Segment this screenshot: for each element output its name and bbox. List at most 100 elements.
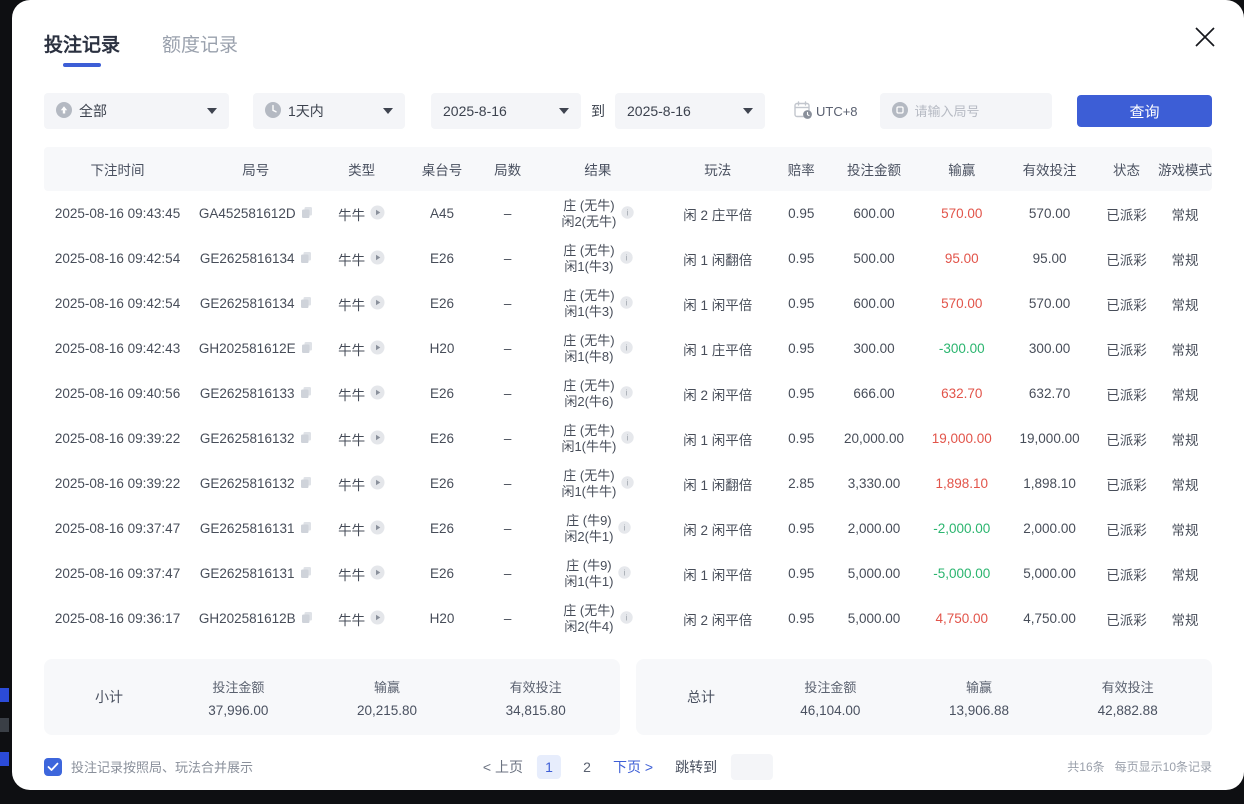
play-video-icon[interactable]	[370, 610, 385, 628]
play-video-icon[interactable]	[370, 475, 385, 493]
valid-bet-cell: 95.00	[1004, 236, 1095, 281]
page-2-button[interactable]: 2	[575, 755, 599, 779]
round-cell: GE2625816134	[191, 236, 320, 281]
type-cell: 牛牛	[320, 416, 402, 461]
total-win-label: 输赢	[905, 677, 1054, 696]
play-cell: 闲 1 闲翻倍	[662, 236, 774, 281]
background-pixel	[0, 718, 9, 732]
rounds-cell: –	[481, 371, 534, 416]
copy-icon[interactable]	[300, 251, 312, 267]
col-rounds: 局数	[481, 147, 534, 191]
category-select[interactable]: 全部	[44, 93, 229, 129]
time-range-select[interactable]: 1天内	[253, 93, 405, 129]
info-icon[interactable]: i	[620, 251, 633, 267]
round-cell: GH202581612B	[191, 596, 320, 641]
play-video-icon[interactable]	[370, 520, 385, 538]
info-icon[interactable]: i	[618, 566, 631, 582]
play-video-icon[interactable]	[370, 340, 385, 358]
mode-cell: 常规	[1158, 416, 1212, 461]
copy-icon[interactable]	[300, 566, 312, 582]
odds-cell: 0.95	[774, 506, 829, 551]
table-body: 2025-08-16 09:43:45 GA452581612D 牛牛 A45 …	[44, 191, 1212, 641]
copy-icon[interactable]	[301, 206, 313, 222]
type-cell: 牛牛	[320, 551, 402, 596]
date-to-picker[interactable]: 2025-8-16	[615, 93, 765, 129]
background-pixel	[0, 688, 9, 702]
jump-to-input[interactable]	[731, 754, 773, 780]
info-icon[interactable]: i	[620, 611, 633, 627]
round-cell: GE2625816131	[191, 506, 320, 551]
copy-icon[interactable]	[301, 611, 313, 627]
col-odds: 赔率	[774, 147, 829, 191]
valid-bet-cell: 2,000.00	[1004, 506, 1095, 551]
prev-page-button[interactable]: < 上页	[483, 757, 523, 777]
odds-cell: 0.95	[774, 551, 829, 596]
copy-icon[interactable]	[300, 431, 312, 447]
info-icon[interactable]: i	[621, 431, 634, 447]
play-cell: 闲 2 闲平倍	[662, 596, 774, 641]
win-cell: 570.00	[919, 281, 1004, 326]
svg-text:i: i	[625, 613, 627, 622]
round-search-input[interactable]	[915, 104, 1035, 119]
info-icon[interactable]: i	[621, 476, 634, 492]
tab-quota-records[interactable]: 额度记录	[162, 30, 238, 67]
table-row: 2025-08-16 09:39:22 GE2625816132 牛牛 E26 …	[44, 416, 1212, 461]
bet-table-wrap: 下注时间 局号 类型 桌台号 局数 结果 玩法 赔率 投注金额 输赢 有效投注 …	[44, 147, 1212, 641]
copy-icon[interactable]	[300, 521, 312, 537]
info-icon[interactable]: i	[621, 206, 634, 222]
time-cell: 2025-08-16 09:39:22	[44, 461, 191, 506]
valid-bet-cell: 300.00	[1004, 326, 1095, 371]
col-table: 桌台号	[403, 147, 481, 191]
subtotal-valid-label: 有效投注	[461, 677, 610, 696]
svg-text:i: i	[625, 253, 627, 262]
round-cell: GE2625816132	[191, 461, 320, 506]
bet-amount-cell: 666.00	[829, 371, 920, 416]
checkbox-checked-icon[interactable]	[44, 758, 62, 776]
mode-cell: 常规	[1158, 191, 1212, 236]
table-row: 2025-08-16 09:42:43 GH202581612E 牛牛 H20 …	[44, 326, 1212, 371]
type-cell: 牛牛	[320, 596, 402, 641]
play-video-icon[interactable]	[370, 250, 385, 268]
copy-icon[interactable]	[300, 476, 312, 492]
svg-text:i: i	[625, 343, 627, 352]
info-icon[interactable]: i	[620, 341, 633, 357]
result-cell: 庄 (牛9)闲2(牛1)i	[534, 506, 662, 551]
mode-cell: 常规	[1158, 326, 1212, 371]
play-cell: 闲 1 闲翻倍	[662, 461, 774, 506]
win-cell: 1,898.10	[919, 461, 1004, 506]
total-box: 总计 投注金额46,104.00 输赢13,906.88 有效投注42,882.…	[636, 659, 1212, 735]
svg-text:i: i	[625, 388, 627, 397]
copy-icon[interactable]	[301, 341, 313, 357]
play-cell: 闲 2 闲平倍	[662, 506, 774, 551]
info-icon[interactable]: i	[620, 386, 633, 402]
odds-cell: 0.95	[774, 236, 829, 281]
play-video-icon[interactable]	[370, 295, 385, 313]
info-icon[interactable]: i	[620, 296, 633, 312]
tab-bet-records[interactable]: 投注记录	[44, 30, 120, 67]
date-from-picker[interactable]: 2025-8-16	[431, 93, 581, 129]
page-1-button[interactable]: 1	[537, 755, 561, 779]
bet-amount-cell: 20,000.00	[829, 416, 920, 461]
query-button[interactable]: 查询	[1077, 95, 1212, 127]
merge-toggle[interactable]: 投注记录按照局、玩法合并展示	[44, 757, 253, 776]
play-video-icon[interactable]	[370, 385, 385, 403]
table-no-cell: H20	[403, 326, 481, 371]
play-video-icon[interactable]	[370, 565, 385, 583]
copy-icon[interactable]	[300, 386, 312, 402]
svg-text:i: i	[624, 568, 626, 577]
play-video-icon[interactable]	[370, 430, 385, 448]
jump-to-label: 跳转到	[675, 757, 717, 777]
play-video-icon[interactable]	[370, 205, 385, 223]
table-no-cell: E26	[403, 236, 481, 281]
win-cell: -2,000.00	[919, 506, 1004, 551]
copy-icon[interactable]	[300, 296, 312, 312]
type-cell: 牛牛	[320, 236, 402, 281]
odds-cell: 0.95	[774, 191, 829, 236]
table-row: 2025-08-16 09:37:47 GE2625816131 牛牛 E26 …	[44, 506, 1212, 551]
info-icon[interactable]: i	[618, 521, 631, 537]
total-valid-value: 42,882.88	[1053, 703, 1202, 718]
close-icon[interactable]	[1192, 24, 1218, 50]
next-page-button[interactable]: 下页 >	[613, 757, 653, 777]
table-row: 2025-08-16 09:43:45 GA452581612D 牛牛 A45 …	[44, 191, 1212, 236]
col-time: 下注时间	[44, 147, 191, 191]
